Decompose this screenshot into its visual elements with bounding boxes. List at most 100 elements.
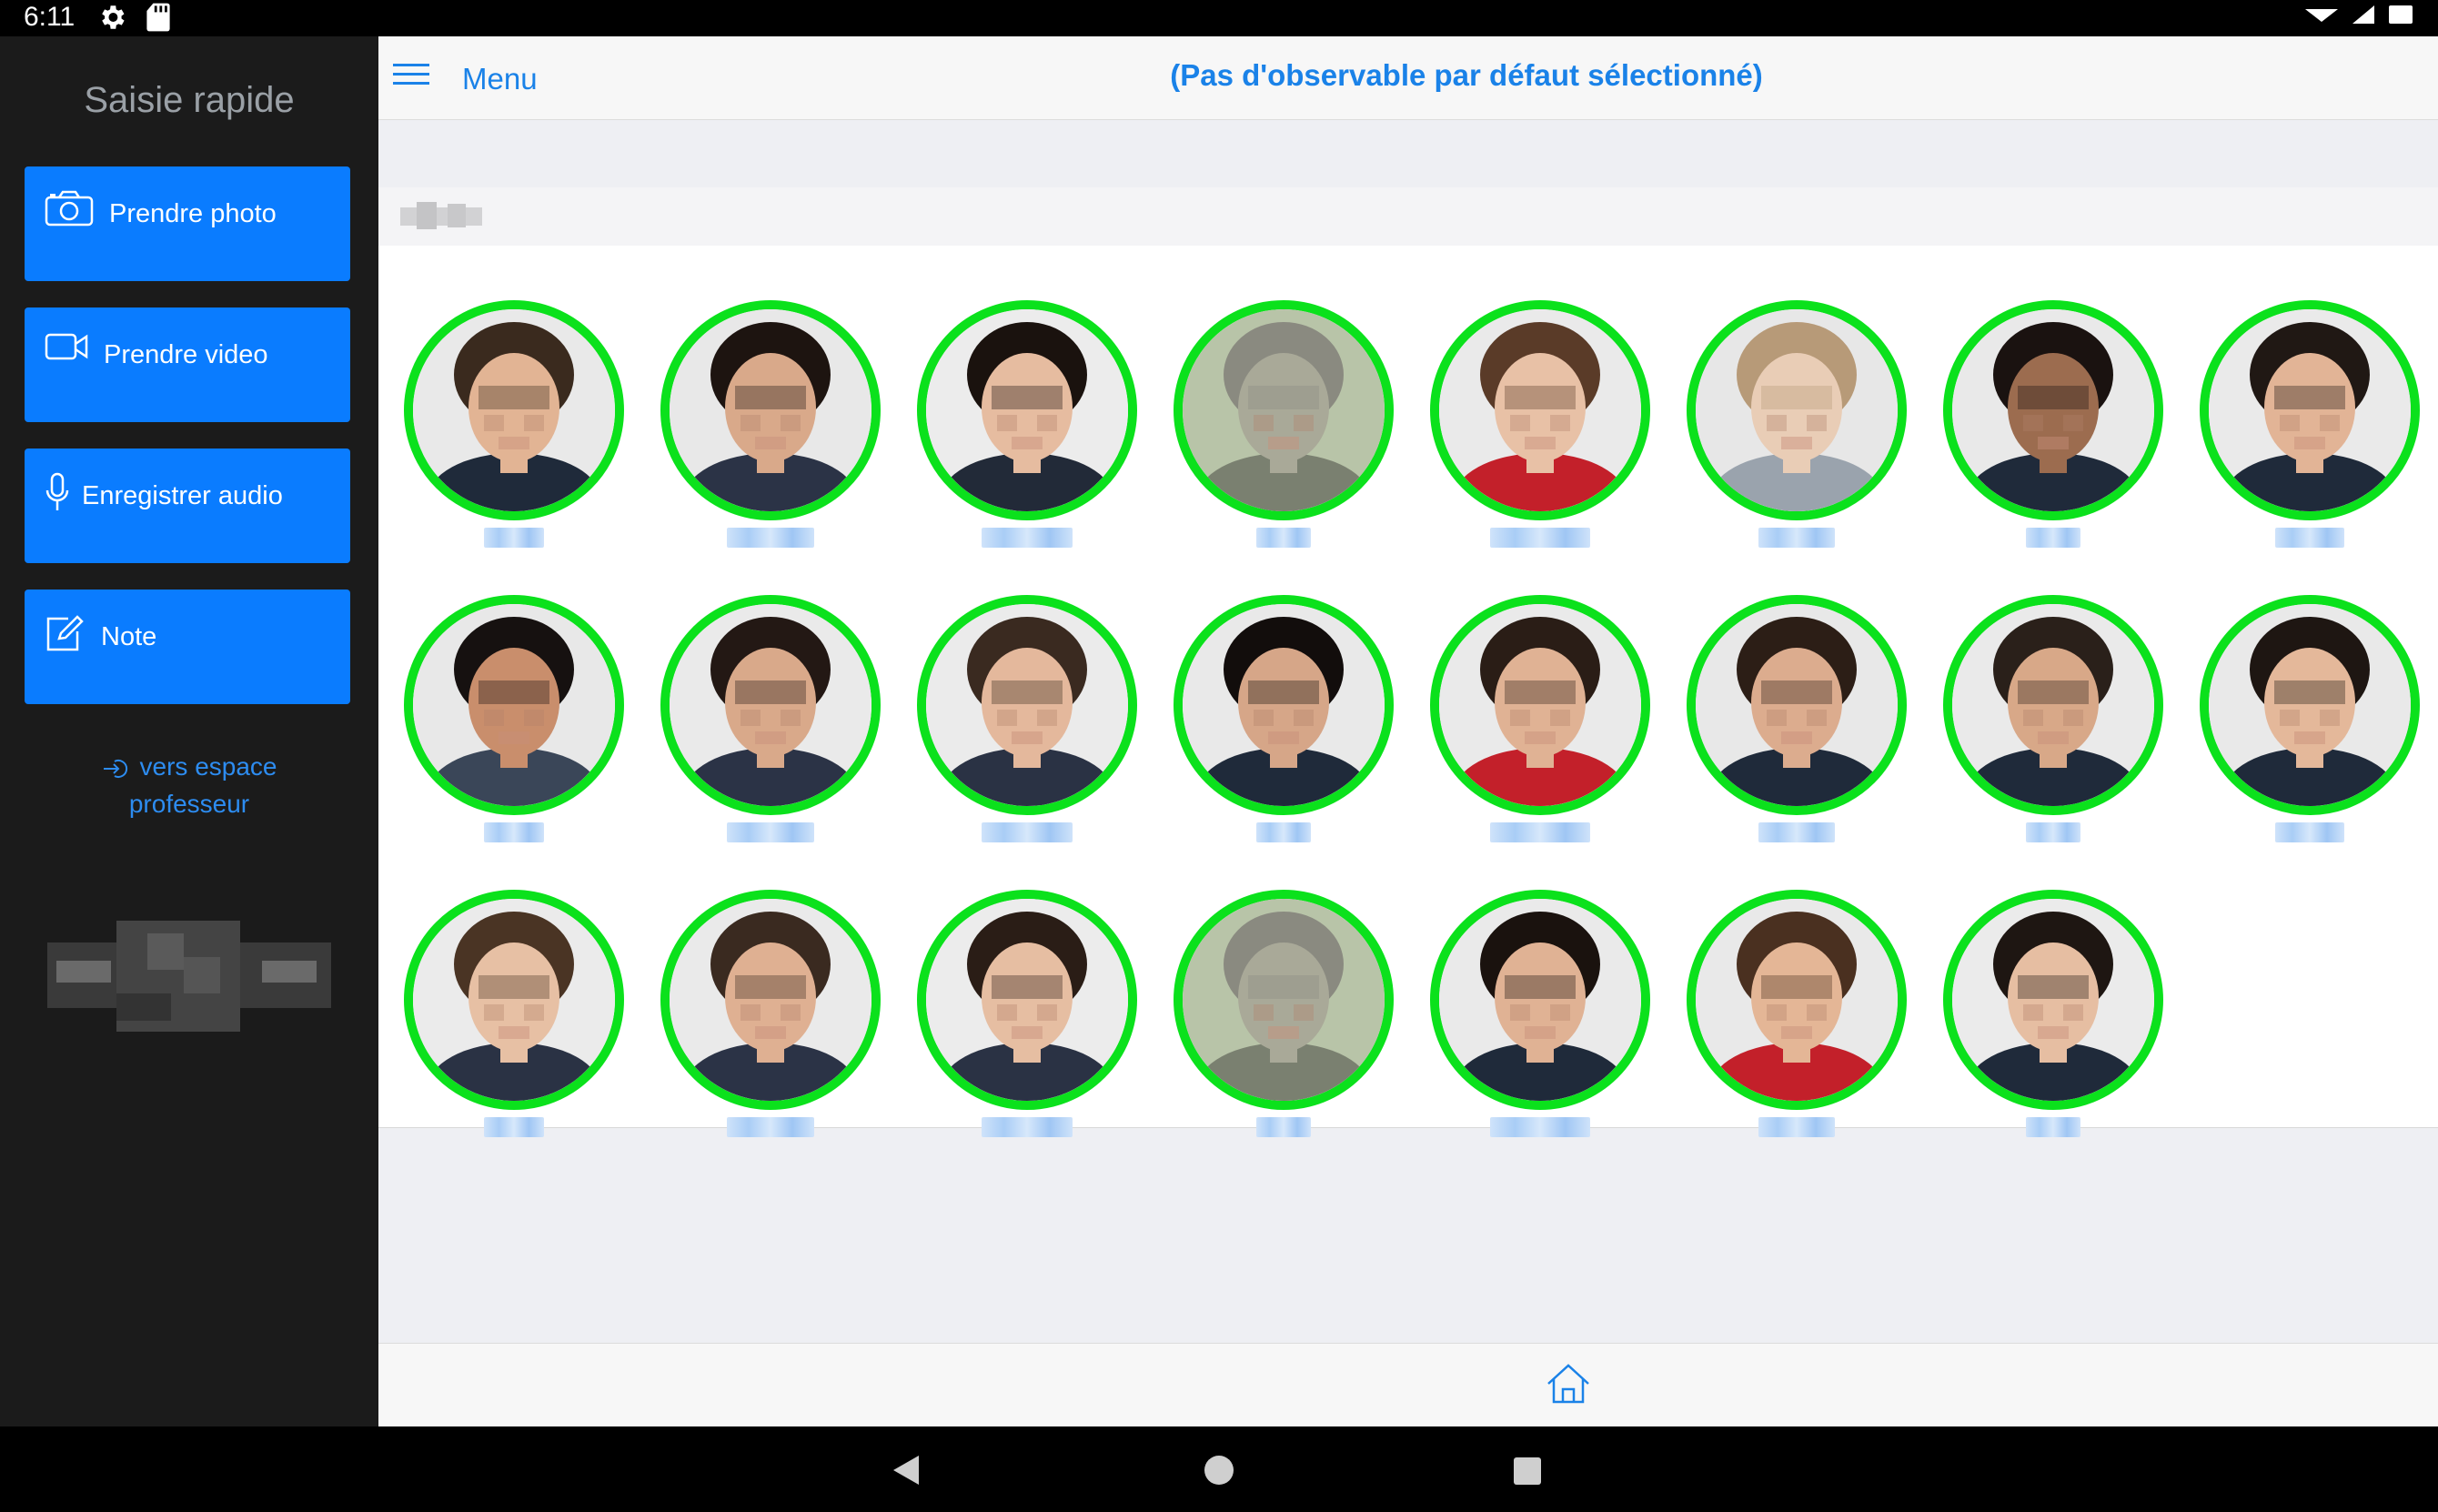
student-name-blurred <box>657 1117 884 1142</box>
note-label: Note <box>101 622 157 651</box>
student-name-blurred <box>913 528 1141 552</box>
student-avatar[interactable] <box>917 300 1137 520</box>
student-avatar[interactable] <box>1687 300 1907 520</box>
student-card[interactable] <box>657 595 884 850</box>
student-card[interactable] <box>1170 595 1397 850</box>
sign-in-arrow-icon <box>103 759 127 778</box>
teacher-link-line1: vers espace <box>139 752 277 781</box>
student-avatar[interactable] <box>1430 890 1650 1110</box>
student-card[interactable] <box>1426 890 1654 1144</box>
student-avatar[interactable] <box>660 595 881 815</box>
student-avatar[interactable] <box>1943 890 2163 1110</box>
student-name-blurred <box>913 822 1141 847</box>
microphone-icon <box>45 472 69 510</box>
student-card[interactable] <box>1939 890 2167 1144</box>
note-button[interactable]: Note <box>25 590 350 704</box>
class-name-blurred <box>400 202 482 229</box>
student-avatar[interactable] <box>1687 595 1907 815</box>
teacher-link-line2: professeur <box>128 790 250 818</box>
student-name-blurred <box>400 1117 628 1142</box>
teacher-space-link[interactable]: vers espace professeur <box>0 748 378 822</box>
student-card[interactable] <box>1170 890 1397 1144</box>
student-card[interactable] <box>1683 595 1910 850</box>
edit-note-icon <box>46 615 84 651</box>
student-avatar[interactable] <box>660 300 881 520</box>
student-name-blurred <box>1426 1117 1654 1142</box>
home-system-icon[interactable] <box>1204 1456 1234 1485</box>
settings-gear-icon <box>102 5 125 29</box>
take-video-button[interactable]: Prendre video <box>25 307 350 422</box>
student-avatar[interactable] <box>1943 300 2163 520</box>
quick-entry-sidebar: Saisie rapide Prendre photo Prendre vide… <box>0 36 378 1426</box>
student-name-blurred <box>1170 528 1397 552</box>
default-observable-status[interactable]: (Pas d'observable par défaut sélectionné… <box>378 58 2438 93</box>
student-card[interactable] <box>1426 595 1654 850</box>
student-name-blurred <box>657 822 884 847</box>
status-bar: 6:11 <box>0 0 2438 36</box>
student-card[interactable] <box>913 595 1141 850</box>
student-card[interactable] <box>1939 595 2167 850</box>
student-avatar[interactable] <box>660 890 881 1110</box>
take-video-label: Prendre video <box>104 340 268 369</box>
recent-apps-icon[interactable] <box>1514 1457 1541 1485</box>
student-name-blurred <box>1939 1117 2167 1142</box>
student-name-blurred <box>913 1117 1141 1142</box>
student-avatar[interactable] <box>2200 300 2420 520</box>
student-avatar[interactable] <box>1430 595 1650 815</box>
student-name-blurred <box>1426 822 1654 847</box>
student-grid <box>378 246 2438 1137</box>
video-camera-icon <box>45 333 88 360</box>
status-time: 6:11 <box>24 2 76 32</box>
student-avatar[interactable] <box>1943 595 2163 815</box>
student-card[interactable] <box>913 890 1141 1144</box>
student-avatar[interactable] <box>1174 595 1394 815</box>
student-avatar[interactable] <box>404 890 624 1110</box>
student-avatar[interactable] <box>1687 890 1907 1110</box>
student-card[interactable] <box>1170 300 1397 555</box>
bottom-bar <box>378 1343 2438 1426</box>
student-card[interactable] <box>1683 890 1910 1144</box>
student-avatar[interactable] <box>917 595 1137 815</box>
student-avatar[interactable] <box>2200 595 2420 815</box>
student-card[interactable] <box>2196 595 2423 850</box>
student-card[interactable] <box>1683 300 1910 555</box>
student-card[interactable] <box>1939 300 2167 555</box>
student-avatar[interactable] <box>1174 890 1394 1110</box>
class-group-header <box>378 187 2438 246</box>
student-avatar[interactable] <box>1174 300 1394 520</box>
student-card[interactable] <box>657 890 884 1144</box>
student-name-blurred <box>2196 528 2423 552</box>
back-icon[interactable] <box>892 1454 921 1487</box>
student-card[interactable] <box>400 595 628 850</box>
student-avatar[interactable] <box>917 890 1137 1110</box>
student-avatar[interactable] <box>1430 300 1650 520</box>
student-name-blurred <box>1170 822 1397 847</box>
system-navigation-bar <box>0 1426 2438 1512</box>
student-name-blurred <box>1939 528 2167 552</box>
student-card[interactable] <box>400 890 628 1144</box>
student-name-blurred <box>1683 822 1910 847</box>
student-name-blurred <box>1683 1117 1910 1142</box>
student-name-blurred <box>657 528 884 552</box>
main-panel: Menu (Pas d'observable par défaut sélect… <box>378 36 2438 1426</box>
student-card[interactable] <box>400 300 628 555</box>
sidebar-title: Saisie rapide <box>84 80 295 120</box>
student-card[interactable] <box>1426 300 1654 555</box>
student-card[interactable] <box>2196 300 2423 555</box>
school-logo-image <box>47 921 331 1032</box>
student-name-blurred <box>1939 822 2167 847</box>
tablet-screen: 6:11 Saisie rapide Prendre photo Prendre… <box>0 0 2438 1512</box>
signal-battery-icons <box>2305 5 2413 24</box>
student-card[interactable] <box>657 300 884 555</box>
student-avatar[interactable] <box>404 300 624 520</box>
student-avatar[interactable] <box>404 595 624 815</box>
student-card[interactable] <box>913 300 1141 555</box>
student-name-blurred <box>2196 822 2423 847</box>
take-photo-button[interactable]: Prendre photo <box>25 166 350 281</box>
record-audio-label: Enregistrer audio <box>82 481 283 510</box>
student-name-blurred <box>1426 528 1654 552</box>
home-icon[interactable] <box>1545 1362 1592 1406</box>
camera-icon <box>45 190 94 227</box>
top-app-bar: Menu (Pas d'observable par défaut sélect… <box>378 36 2438 120</box>
record-audio-button[interactable]: Enregistrer audio <box>25 449 350 563</box>
